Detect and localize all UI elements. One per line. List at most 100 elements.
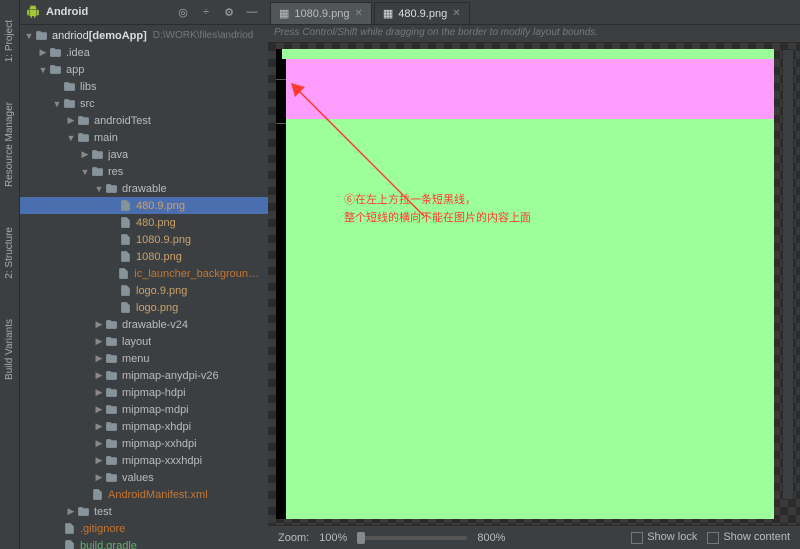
tree-row[interactable]: build.gradle: [20, 537, 268, 549]
editor-tabbar: ▦ 1080.9.png ✕ ▦ 480.9.png ✕: [268, 0, 800, 25]
tree-row[interactable]: 480.png: [20, 214, 268, 231]
tree-row[interactable]: ▶ .idea: [20, 44, 268, 61]
tree-row[interactable]: ▶java: [20, 146, 268, 163]
close-icon[interactable]: ✕: [452, 8, 460, 19]
target-icon[interactable]: ◎: [173, 3, 193, 21]
tree-row[interactable]: ▶mipmap-xhdpi: [20, 418, 268, 435]
chevron-right-icon[interactable]: ▶: [94, 472, 104, 483]
tree-row[interactable]: AndroidManifest.xml: [20, 486, 268, 503]
chevron-right-icon[interactable]: ▶: [94, 438, 104, 449]
image-icon: ▦: [279, 7, 289, 20]
chevron-right-icon[interactable]: ▶: [66, 115, 76, 126]
folder-icon: [104, 318, 118, 332]
chevron-down-icon[interactable]: ▼: [38, 65, 48, 75]
tree-row[interactable]: ▶ menu: [20, 350, 268, 367]
tree-row[interactable]: ▶drawable-v24: [20, 316, 268, 333]
tree-row[interactable]: 1080.png: [20, 248, 268, 265]
file-icon: [118, 216, 132, 230]
nine-patch-canvas[interactable]: ⑥在左上方拉一条短黑线， 整个短线的横向不能在图片的内容上面: [268, 43, 800, 525]
tree-label: 480.9.png: [136, 200, 185, 212]
tree-label: libs: [80, 81, 97, 93]
folder-icon: [104, 369, 118, 383]
gear-icon[interactable]: ⚙: [219, 3, 239, 21]
tree-row[interactable]: ▼res: [20, 163, 268, 180]
tree-row[interactable]: ic_launcher_background.xml: [20, 265, 268, 282]
file-icon: [62, 522, 76, 536]
tree-row[interactable]: logo.9.png: [20, 282, 268, 299]
tree-row[interactable]: ▶mipmap-hdpi: [20, 384, 268, 401]
chevron-down-icon[interactable]: ▼: [80, 167, 90, 177]
tree-label: app: [66, 64, 84, 76]
folder-icon: [104, 471, 118, 485]
show-content-checkbox[interactable]: Show content: [707, 531, 790, 543]
tree-row[interactable]: ▼andriod [demoApp]D:\WORK\files\andriod: [20, 27, 268, 44]
tree-row[interactable]: ▶mipmap-xxhdpi: [20, 435, 268, 452]
tree-row[interactable]: .gitignore: [20, 520, 268, 537]
chevron-down-icon[interactable]: ▼: [52, 99, 62, 109]
side-tab-resource-manager[interactable]: Resource Manager: [4, 102, 15, 187]
tree-row[interactable]: libs: [20, 78, 268, 95]
android-icon: [26, 5, 40, 19]
tree-row[interactable]: 1080.9.png: [20, 231, 268, 248]
nine-patch-marker[interactable]: [276, 79, 286, 124]
close-icon[interactable]: ✕: [354, 8, 362, 19]
tree-row[interactable]: ▶values: [20, 469, 268, 486]
vertical-scrollbar[interactable]: [782, 49, 794, 500]
zoom-slider[interactable]: [357, 536, 467, 540]
chevron-right-icon[interactable]: ▶: [94, 319, 104, 330]
module-badge: [demoApp]: [89, 30, 147, 42]
folder-icon: [62, 97, 76, 111]
tab-480-9-png[interactable]: ▦ 480.9.png ✕: [374, 2, 470, 24]
chevron-right-icon[interactable]: ▶: [94, 421, 104, 432]
tree-row[interactable]: ▼main: [20, 129, 268, 146]
chevron-down-icon[interactable]: ▼: [66, 133, 76, 143]
side-tab-project[interactable]: 1: Project: [4, 20, 15, 62]
zoom-label: Zoom:: [278, 532, 309, 544]
chevron-right-icon[interactable]: ▶: [94, 370, 104, 381]
side-tab-build-variants[interactable]: Build Variants: [4, 319, 15, 380]
tree-row[interactable]: ▶androidTest: [20, 112, 268, 129]
show-lock-checkbox[interactable]: Show lock: [631, 531, 697, 543]
side-tab-structure[interactable]: 2: Structure: [4, 227, 15, 279]
tree-label: src: [80, 98, 95, 110]
tree-row[interactable]: ▼ src: [20, 95, 268, 112]
chevron-right-icon[interactable]: ▶: [94, 404, 104, 415]
tree-label: mipmap-xxxhdpi: [122, 455, 202, 467]
zoom-min: 100%: [319, 532, 347, 544]
tree-label: 480.png: [136, 217, 176, 229]
tree-row[interactable]: ▼ drawable: [20, 180, 268, 197]
minimize-icon[interactable]: —: [242, 3, 262, 21]
tree-label: .idea: [66, 47, 90, 59]
file-icon: [117, 267, 130, 281]
chevron-right-icon[interactable]: ▶: [94, 387, 104, 398]
tree-row[interactable]: ▶layout: [20, 333, 268, 350]
folder-icon: [76, 505, 90, 519]
chevron-down-icon[interactable]: ▼: [94, 184, 104, 194]
tree-label: logo.9.png: [136, 285, 187, 297]
chevron-right-icon[interactable]: ▶: [66, 506, 76, 517]
tree-label: 1080.png: [136, 251, 182, 263]
tree-label: drawable: [122, 183, 167, 195]
tree-row[interactable]: ▼ app: [20, 61, 268, 78]
folder-icon: [62, 80, 76, 94]
tree-row[interactable]: 480.9.png: [20, 197, 268, 214]
tree-row[interactable]: ▶mipmap-anydpi-v26: [20, 367, 268, 384]
tree-label: 1080.9.png: [136, 234, 191, 246]
tab-1080-9-png[interactable]: ▦ 1080.9.png ✕: [270, 2, 372, 24]
tree-row[interactable]: ▶mipmap-mdpi: [20, 401, 268, 418]
expand-icon[interactable]: ÷: [196, 3, 216, 21]
project-tree[interactable]: ▼andriod [demoApp]D:\WORK\files\andriod▶…: [20, 25, 268, 549]
editor-statusbar: Zoom: 100% 800% Show lock Show content: [268, 525, 800, 549]
file-icon: [118, 250, 132, 264]
tree-label: AndroidManifest.xml: [108, 489, 208, 501]
chevron-right-icon[interactable]: ▶: [94, 336, 104, 347]
chevron-right-icon[interactable]: ▶: [94, 353, 104, 364]
chevron-right-icon[interactable]: ▶: [94, 455, 104, 466]
tree-row[interactable]: ▶test: [20, 503, 268, 520]
chevron-down-icon[interactable]: ▼: [24, 31, 34, 41]
tree-label: menu: [122, 353, 150, 365]
tree-row[interactable]: logo.png: [20, 299, 268, 316]
chevron-right-icon[interactable]: ▶: [38, 47, 48, 58]
chevron-right-icon[interactable]: ▶: [80, 149, 90, 160]
tree-row[interactable]: ▶ mipmap-xxxhdpi: [20, 452, 268, 469]
